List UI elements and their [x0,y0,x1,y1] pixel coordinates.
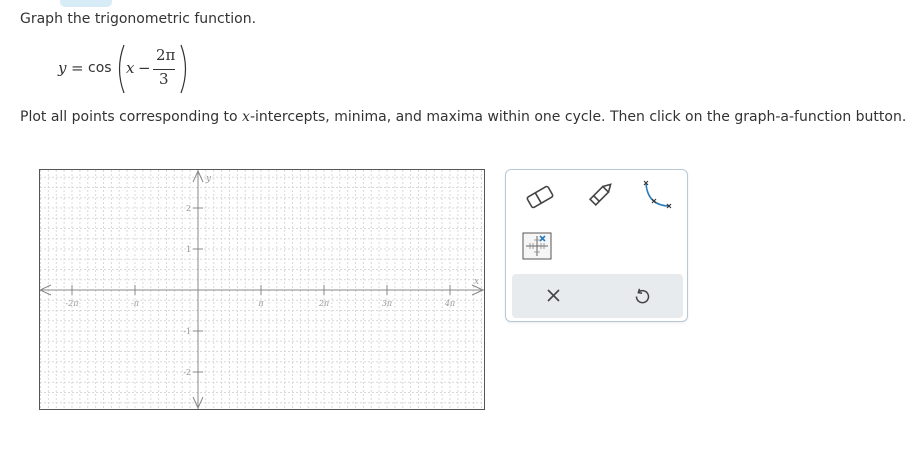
coordinate-plane[interactable]: x y -2π -π π 2π 3π 4π 2 1 -1 -2 [40,170,484,409]
eraser-tool-button[interactable] [522,180,558,212]
x-tick-label: 4π [444,299,456,308]
close-icon [547,289,560,302]
curve-icon [643,180,672,209]
plot-instruction-part2: -intercepts, minima, and maxima within o… [249,109,907,125]
equation-numerator: 2π [156,46,176,64]
y-tick-label: 2 [186,204,191,213]
question-instruction: Graph the trigonometric function. [20,11,257,27]
plot-instruction: Plot all points corresponding to x-inter… [20,109,906,125]
equation-minus: − [138,59,151,77]
equation-var: x [126,59,135,77]
equation-func: cos [88,60,112,76]
left-paren [118,44,125,94]
grid-point-icon [522,232,552,260]
graph-toolbox [505,169,688,322]
y-tick-label: -1 [183,327,191,336]
undo-icon [635,288,650,304]
equation: y = cos x − 2π 3 [58,43,218,95]
undo-button[interactable] [633,287,651,305]
y-axis-label: y [205,174,212,184]
graph-function-button[interactable] [522,232,554,262]
x-tick-label: 3π [382,299,393,308]
right-paren [180,44,187,94]
curve-tool-button[interactable] [640,178,676,212]
top-tab[interactable] [60,0,112,7]
clear-button[interactable] [546,288,562,304]
pencil-icon [588,183,612,207]
y-tick-label: 1 [186,245,191,254]
y-tick-label: -2 [183,368,191,377]
x-tick-label: 2π [318,299,330,308]
actions-bar [512,274,683,318]
x-axis-label: x [474,277,479,287]
plot-instruction-var: x [242,109,250,125]
plot-instruction-part1: Plot all points corresponding to [20,109,243,125]
graph-area[interactable]: x y -2π -π π 2π 3π 4π 2 1 -1 -2 [39,169,485,410]
eraser-icon [526,185,554,209]
equation-equals: = [71,59,84,77]
equation-lhs: y [58,59,67,77]
axes: x y [40,170,484,409]
equation-denominator: 3 [159,70,169,88]
x-tick-label: -π [131,299,140,308]
x-tick-label: -2π [65,299,79,308]
x-tick-label: π [257,299,264,308]
pencil-tool-button[interactable] [582,178,618,212]
